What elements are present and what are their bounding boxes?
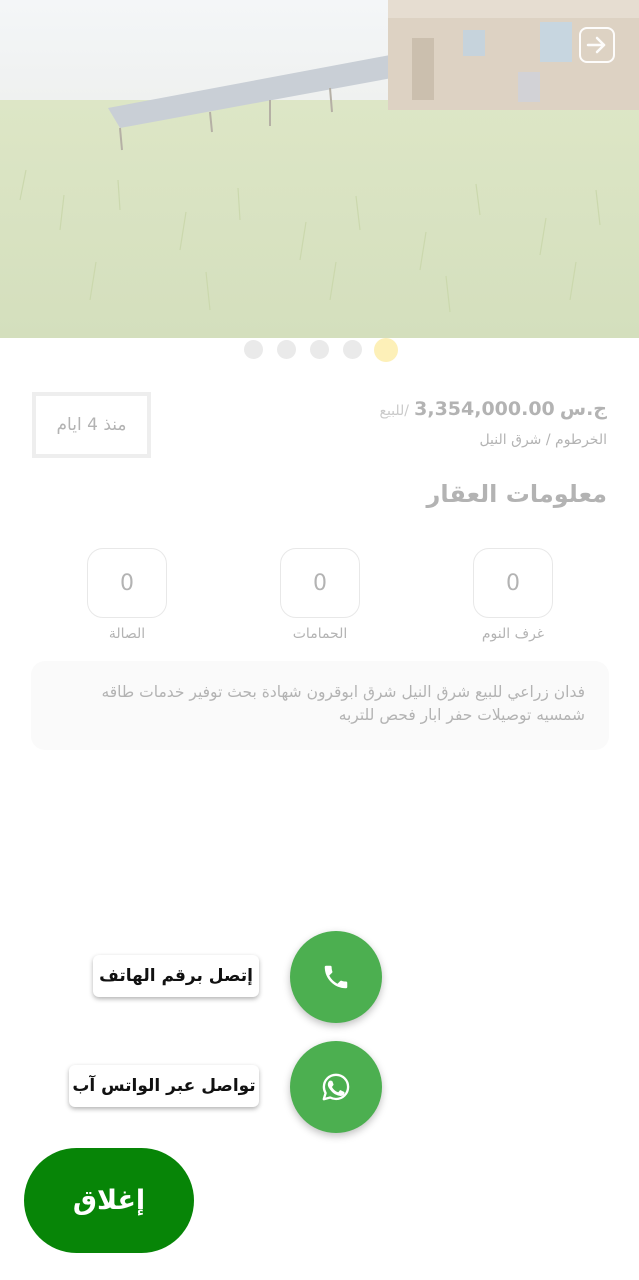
stat-label: غرف النوم (481, 626, 545, 642)
location: الخرطوم / شرق النيل (479, 432, 607, 448)
price-suffix: /للبيع (379, 403, 410, 419)
phone-action-text: إتصل برقم الهاتف (99, 966, 253, 986)
stat-label: الصالة (108, 626, 146, 642)
stat-value-box: 0 (87, 548, 167, 618)
carousel-dot[interactable] (244, 340, 263, 359)
carousel-dot[interactable] (277, 340, 296, 359)
call-phone-button[interactable] (290, 931, 382, 1023)
phone-icon (324, 965, 348, 989)
posted-time-badge: منذ 4 ايام (32, 392, 151, 458)
close-button[interactable]: إغلاق (24, 1148, 194, 1253)
price: ج.س 3,354,000.00 /للبيع (380, 398, 608, 420)
stat-value: 0 (120, 570, 134, 596)
whatsapp-button[interactable] (290, 1041, 382, 1133)
stat-hall: 0 الصالة (87, 548, 167, 642)
section-title: معلومات العقار (426, 480, 607, 508)
arrow-right-box-icon (586, 36, 606, 54)
description-text: فدان زراعي للبيع شرق النيل شرق ابوقرون ش… (101, 683, 585, 724)
phone-action-label[interactable]: إتصل برقم الهاتف (93, 955, 259, 997)
carousel-dot-active[interactable] (374, 338, 398, 362)
stat-bathrooms: 0 الحمامات (280, 548, 360, 642)
whatsapp-action-label[interactable]: تواصل عبر الواتس آب (69, 1065, 259, 1107)
stat-bedrooms: 0 غرف النوم (473, 548, 553, 642)
stat-value-box: 0 (473, 548, 553, 618)
stat-label: الحمامات (292, 626, 348, 642)
property-photo-art (0, 0, 639, 338)
stat-value-box: 0 (280, 548, 360, 618)
carousel-dots (0, 338, 639, 362)
carousel-dot[interactable] (310, 340, 329, 359)
back-button[interactable] (579, 27, 615, 63)
price-value: 3,354,000.00 (414, 398, 555, 420)
posted-time: منذ 4 ايام (56, 415, 127, 435)
whatsapp-action-text: تواصل عبر الواتس آب (72, 1076, 256, 1096)
property-photo[interactable] (0, 0, 639, 338)
price-currency: ج.س (559, 398, 607, 420)
close-button-label: إغلاق (72, 1185, 146, 1216)
stat-value: 0 (313, 570, 327, 596)
description-card: فدان زراعي للبيع شرق النيل شرق ابوقرون ش… (31, 661, 609, 750)
whatsapp-icon (322, 1073, 350, 1101)
stat-value: 0 (506, 570, 520, 596)
carousel-dot[interactable] (343, 340, 362, 359)
